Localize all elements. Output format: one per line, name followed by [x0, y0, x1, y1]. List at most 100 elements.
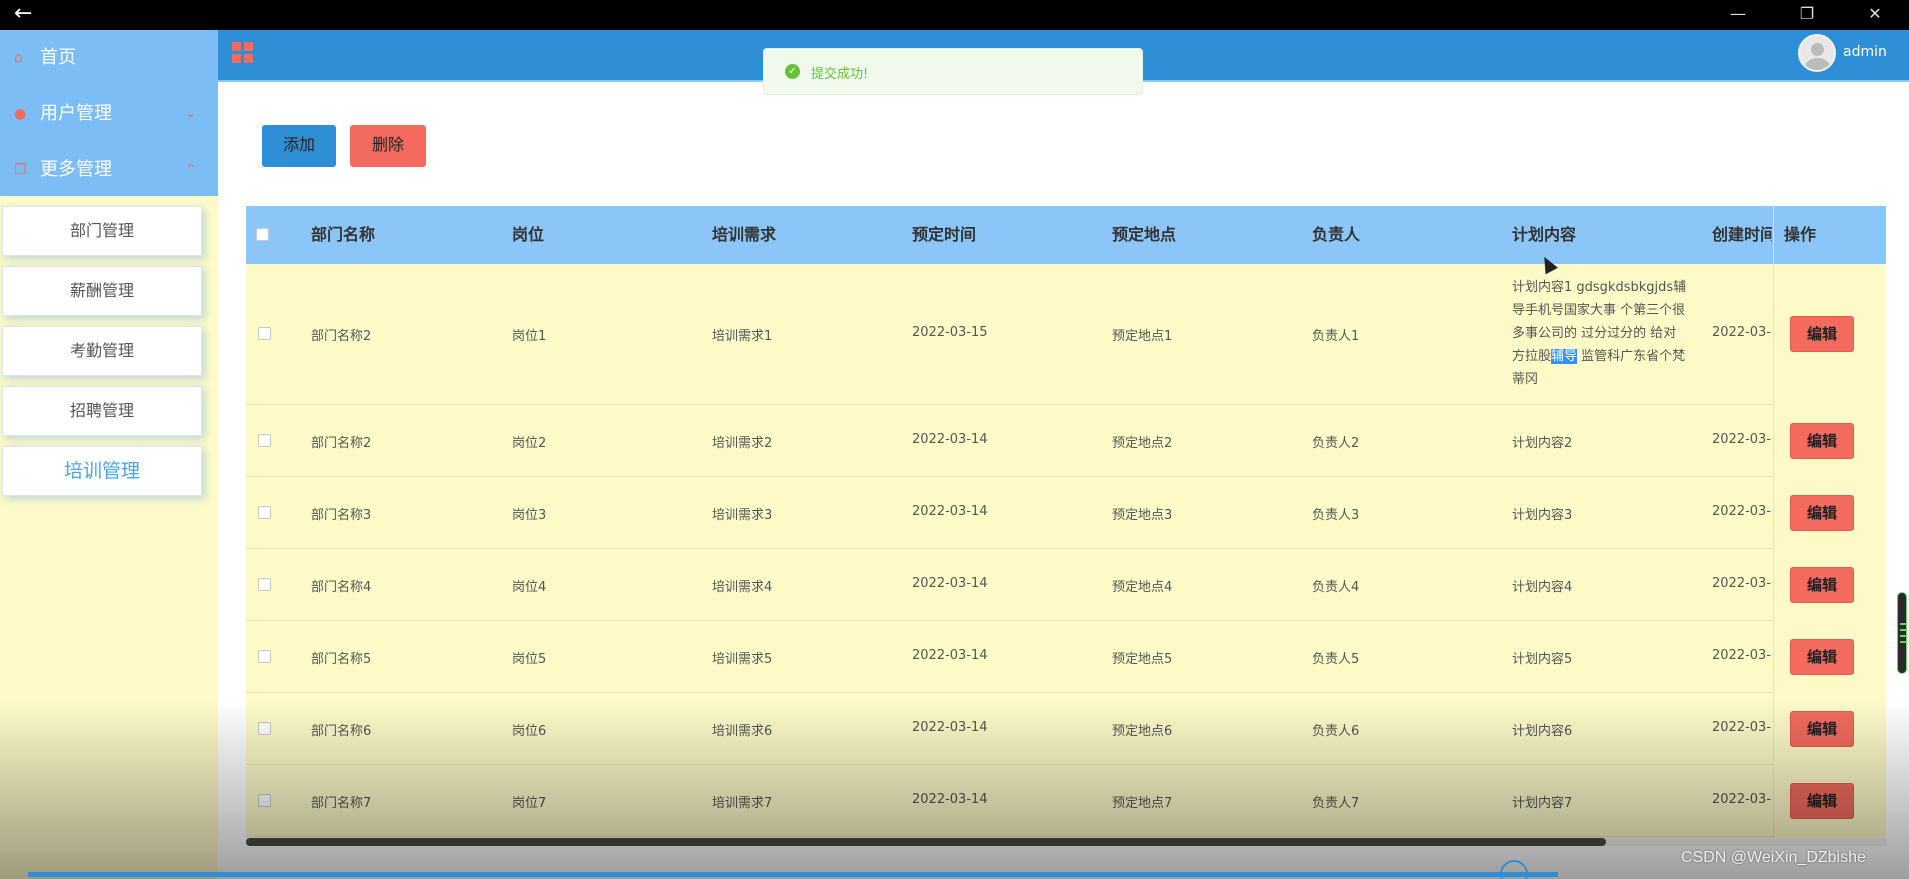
cell-created: 2022-03-: [1712, 504, 1772, 519]
table-row[interactable]: 部门名称5 岗位5 培训需求5 2022-03-14 预定地点5 负责人5 计划…: [246, 621, 1886, 693]
sidebar-item-user-management[interactable]: ● 用户管理 ⌄: [0, 86, 218, 142]
cell-plan: 计划内容7: [1512, 796, 1573, 811]
sidebar-subitem-salary[interactable]: 薪酬管理: [2, 266, 202, 316]
cell-place: 预定地点3: [1112, 508, 1173, 523]
cell-need: 培训需求4: [712, 580, 773, 595]
edit-button[interactable]: 编辑: [1790, 783, 1854, 819]
cell-plan: 计划内容1 gdsgkdsbkgjds辅导手机号国家大事 个第三个很多事公司的 …: [1512, 276, 1688, 391]
cell-need: 培训需求3: [712, 508, 773, 523]
cell-need: 培训需求7: [712, 796, 773, 811]
delete-button[interactable]: 删除: [350, 125, 426, 167]
sidebar-item-more-management[interactable]: ❐ 更多管理 ⌃: [0, 142, 218, 198]
column-header[interactable]: 计划内容: [1512, 206, 1576, 264]
cell-dept: 部门名称3: [311, 508, 372, 523]
sidebar-item-label: 用户管理: [40, 103, 112, 124]
table-row[interactable]: 部门名称3 岗位3 培训需求3 2022-03-14 预定地点3 负责人3 计划…: [246, 477, 1886, 549]
sidebar-item-home[interactable]: ⌂ 首页: [0, 30, 218, 86]
column-header[interactable]: 岗位: [512, 206, 544, 264]
cell-dept: 部门名称4: [311, 580, 372, 595]
table-row[interactable]: 部门名称7 岗位7 培训需求7 2022-03-14 预定地点7 负责人7 计划…: [246, 765, 1886, 837]
cell-date: 2022-03-15: [912, 325, 988, 340]
cell-need: 培训需求5: [712, 652, 773, 667]
main-content: 添加 删除 部门名称 岗位 培训需求 预定时间 预定地点 负责人 计划内容 创建…: [218, 84, 1909, 879]
cell-need: 培训需求1: [712, 329, 773, 344]
cell-created: 2022-03-: [1712, 648, 1772, 663]
cell-date: 2022-03-14: [912, 792, 988, 807]
cell-place: 预定地点1: [1112, 329, 1173, 344]
scrollbar-thumb[interactable]: [246, 838, 1606, 846]
cell-place: 预定地点2: [1112, 436, 1173, 451]
table-row[interactable]: 部门名称2 岗位2 培训需求2 2022-03-14 预定地点2 负责人2 计划…: [246, 405, 1886, 477]
sidebar-subitem-training[interactable]: 培训管理: [2, 446, 202, 496]
table-row[interactable]: 部门名称4 岗位4 培训需求4 2022-03-14 预定地点4 负责人4 计划…: [246, 549, 1886, 621]
select-all-checkbox[interactable]: [256, 228, 269, 241]
cell-date: 2022-03-14: [912, 648, 988, 663]
add-button[interactable]: 添加: [262, 125, 336, 167]
chevron-up-icon: ⌃: [185, 162, 196, 177]
row-checkbox[interactable]: [258, 434, 271, 447]
column-header[interactable]: 部门名称: [311, 206, 375, 264]
back-arrow-icon[interactable]: ←: [14, 2, 32, 26]
row-checkbox[interactable]: [258, 327, 271, 340]
username[interactable]: admin: [1843, 44, 1887, 60]
cell-dept: 部门名称7: [311, 796, 372, 811]
cell-owner: 负责人4: [1312, 580, 1360, 595]
cell-place: 预定地点7: [1112, 796, 1173, 811]
cell-post: 岗位6: [512, 724, 547, 739]
cell-date: 2022-03-14: [912, 432, 988, 447]
home-icon: ⌂: [14, 50, 23, 66]
cell-need: 培训需求2: [712, 436, 773, 451]
cell-created: 2022-03-: [1712, 432, 1772, 447]
grid-icon[interactable]: [232, 42, 254, 64]
row-checkbox[interactable]: [258, 722, 271, 735]
table-header: 部门名称 岗位 培训需求 预定时间 预定地点 负责人 计划内容 创建时间: [246, 206, 1886, 264]
row-checkbox[interactable]: [258, 578, 271, 591]
selected-text: 辅导: [1551, 349, 1578, 364]
avatar[interactable]: [1798, 34, 1836, 72]
column-header[interactable]: 负责人: [1312, 206, 1360, 264]
edit-button[interactable]: 编辑: [1790, 495, 1854, 531]
edit-button[interactable]: 编辑: [1790, 423, 1854, 459]
row-checkbox[interactable]: [258, 794, 271, 807]
cell-plan: 计划内容6: [1512, 724, 1573, 739]
cell-owner: 负责人5: [1312, 652, 1360, 667]
horizontal-scrollbar[interactable]: [246, 838, 1886, 846]
cell-place: 预定地点5: [1112, 652, 1173, 667]
column-header[interactable]: 创建时间: [1712, 206, 1772, 264]
cell-date: 2022-03-14: [912, 576, 988, 591]
sidebar-item-label: 更多管理: [40, 159, 112, 180]
cell-owner: 负责人6: [1312, 724, 1360, 739]
cell-created: 2022-03-: [1712, 576, 1772, 591]
vertical-scrollbar[interactable]: [1897, 592, 1907, 674]
cell-dept: 部门名称2: [311, 436, 372, 451]
row-checkbox[interactable]: [258, 650, 271, 663]
edit-button[interactable]: 编辑: [1790, 711, 1854, 747]
cell-post: 岗位5: [512, 652, 547, 667]
edit-button[interactable]: 编辑: [1790, 567, 1854, 603]
data-table: 部门名称 岗位 培训需求 预定时间 预定地点 负责人 计划内容 创建时间 部门名…: [246, 206, 1886, 838]
video-progress-bar[interactable]: [28, 872, 1558, 877]
cell-post: 岗位2: [512, 436, 547, 451]
edit-button[interactable]: 编辑: [1790, 639, 1854, 675]
cell-date: 2022-03-14: [912, 720, 988, 735]
cell-created: 2022-03-: [1712, 720, 1772, 735]
cell-owner: 负责人1: [1312, 329, 1360, 344]
sidebar-subitem-attendance[interactable]: 考勤管理: [2, 326, 202, 376]
copy-icon: ❐: [14, 162, 27, 178]
column-header[interactable]: 培训需求: [712, 206, 776, 264]
cell-owner: 负责人3: [1312, 508, 1360, 523]
restore-icon[interactable]: ❐: [1784, 0, 1830, 30]
table-row[interactable]: 部门名称6 岗位6 培训需求6 2022-03-14 预定地点6 负责人6 计划…: [246, 693, 1886, 765]
cell-plan: 计划内容2: [1512, 436, 1573, 451]
close-icon[interactable]: ✕: [1852, 0, 1898, 30]
sidebar-subitem-department[interactable]: 部门管理: [2, 206, 202, 256]
minimize-icon[interactable]: —: [1715, 0, 1761, 30]
column-header[interactable]: 预定地点: [1112, 206, 1176, 264]
table-row[interactable]: 部门名称2 岗位1 培训需求1 2022-03-15 预定地点1 负责人1 计划…: [246, 264, 1886, 405]
edit-button[interactable]: 编辑: [1790, 316, 1854, 352]
cell-place: 预定地点6: [1112, 724, 1173, 739]
cell-date: 2022-03-14: [912, 504, 988, 519]
row-checkbox[interactable]: [258, 506, 271, 519]
column-header[interactable]: 预定时间: [912, 206, 976, 264]
sidebar-subitem-recruitment[interactable]: 招聘管理: [2, 386, 202, 436]
